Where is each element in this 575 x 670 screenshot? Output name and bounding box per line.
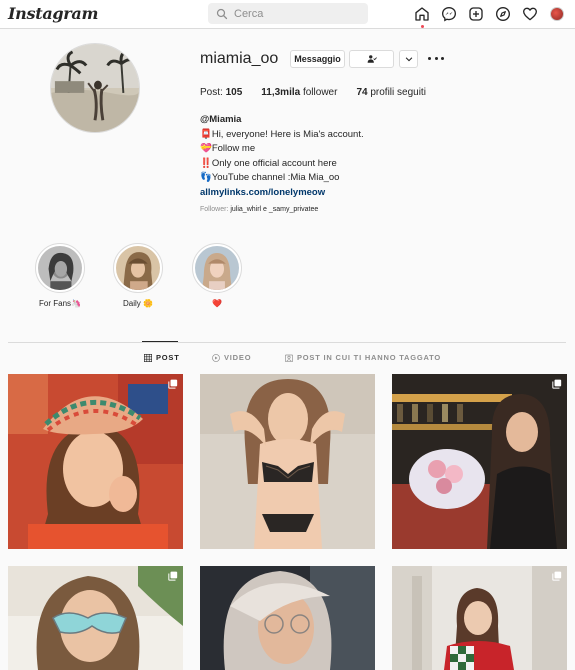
following-button[interactable] bbox=[349, 50, 394, 68]
top-navigation-bar: Instagram bbox=[0, 0, 575, 29]
story-highlight[interactable]: Daily 🌼 bbox=[103, 243, 173, 308]
highlight-ring bbox=[35, 243, 85, 293]
post-image bbox=[200, 374, 375, 549]
post-thumbnail[interactable] bbox=[200, 374, 375, 549]
carousel-icon bbox=[168, 571, 178, 581]
post-thumbnail[interactable] bbox=[8, 374, 183, 549]
tabs-divider bbox=[8, 342, 566, 343]
post-image bbox=[200, 566, 375, 670]
search-icon bbox=[216, 8, 228, 19]
heart-icon bbox=[523, 7, 537, 21]
highlight-ring bbox=[192, 243, 242, 293]
notification-dot bbox=[421, 25, 424, 28]
tab-posts[interactable]: POST bbox=[144, 353, 180, 362]
grid-icon bbox=[144, 353, 152, 362]
carousel-icon bbox=[168, 379, 178, 389]
explore-button[interactable] bbox=[495, 6, 511, 22]
instagram-logo[interactable]: Instagram bbox=[8, 4, 98, 23]
story-highlight[interactable]: For Fans🦄 bbox=[25, 243, 95, 308]
chevron-down-icon bbox=[405, 57, 412, 62]
post-thumbnail[interactable] bbox=[8, 566, 183, 670]
bio-link[interactable]: allmylinks.com/lonelymeow bbox=[200, 186, 364, 201]
profile-photo-image bbox=[51, 44, 139, 132]
post-image bbox=[392, 374, 567, 549]
activity-button[interactable] bbox=[522, 6, 538, 22]
profile-menu-button[interactable] bbox=[549, 6, 565, 22]
messenger-button[interactable] bbox=[441, 6, 457, 22]
followed-by-text[interactable]: Follower: julia_whirl e _samy_privatee bbox=[200, 206, 318, 213]
person-check-icon bbox=[367, 55, 377, 63]
highlight-cover-image bbox=[195, 246, 239, 290]
profile-full-name: @Miamia bbox=[200, 114, 242, 125]
carousel-icon bbox=[552, 379, 562, 389]
highlight-ring bbox=[113, 243, 163, 293]
post-thumbnail[interactable] bbox=[392, 374, 567, 549]
post-thumbnail[interactable] bbox=[200, 566, 375, 670]
new-post-icon bbox=[469, 7, 483, 21]
bio-line: 📮Hi, everyone! Here is Mia's account. bbox=[200, 128, 364, 140]
post-image bbox=[8, 566, 183, 670]
profile-username: miamia_oo bbox=[200, 50, 279, 67]
messenger-icon bbox=[441, 6, 457, 22]
post-thumbnail[interactable] bbox=[392, 566, 567, 670]
profile-stats: Post: 105 11,3mila follower 74 profili s… bbox=[200, 87, 445, 98]
play-circle-icon bbox=[212, 353, 220, 362]
post-image bbox=[392, 566, 567, 670]
followers-count[interactable]: 11,3mila follower bbox=[261, 87, 337, 98]
more-options-button[interactable] bbox=[428, 52, 444, 64]
profile-bio: @Miamia 📮Hi, everyone! Here is Mia's acc… bbox=[200, 113, 364, 201]
dot-icon bbox=[441, 56, 444, 60]
following-count[interactable]: 74 profili seguiti bbox=[356, 87, 426, 98]
tab-tagged[interactable]: POST IN CUI TI HANNO TAGGATO bbox=[285, 353, 441, 362]
post-image bbox=[8, 374, 183, 549]
bio-line: 👣YouTube channel :Mia Mia_oo bbox=[200, 172, 340, 184]
posts-count: Post: 105 bbox=[200, 87, 243, 98]
bio-line: 💝Follow me bbox=[200, 143, 256, 155]
home-icon bbox=[415, 7, 429, 21]
dot-icon bbox=[428, 56, 431, 60]
search-input[interactable] bbox=[234, 7, 354, 20]
compass-icon bbox=[496, 7, 510, 21]
carousel-icon bbox=[552, 571, 562, 581]
tagged-person-icon bbox=[285, 354, 293, 362]
active-tab-indicator bbox=[142, 341, 178, 342]
profile-picture[interactable] bbox=[50, 43, 140, 133]
home-button[interactable] bbox=[414, 6, 430, 28]
tab-video[interactable]: VIDEO bbox=[212, 353, 251, 362]
suggestions-dropdown-button[interactable] bbox=[399, 50, 418, 68]
avatar bbox=[550, 7, 564, 21]
dot-icon bbox=[434, 56, 438, 60]
new-post-button[interactable] bbox=[468, 6, 484, 22]
search-box[interactable] bbox=[208, 3, 368, 24]
highlight-label: Daily 🌼 bbox=[123, 299, 153, 308]
bio-line: ‼️Only one official account here bbox=[200, 157, 337, 169]
highlight-label: For Fans🦄 bbox=[39, 299, 81, 308]
highlight-cover-image bbox=[38, 246, 82, 290]
highlight-cover-image bbox=[116, 246, 160, 290]
highlight-label: ❤️ bbox=[212, 299, 222, 308]
story-highlight[interactable]: ❤️ bbox=[182, 243, 252, 308]
message-button[interactable]: Messaggio bbox=[290, 50, 345, 68]
